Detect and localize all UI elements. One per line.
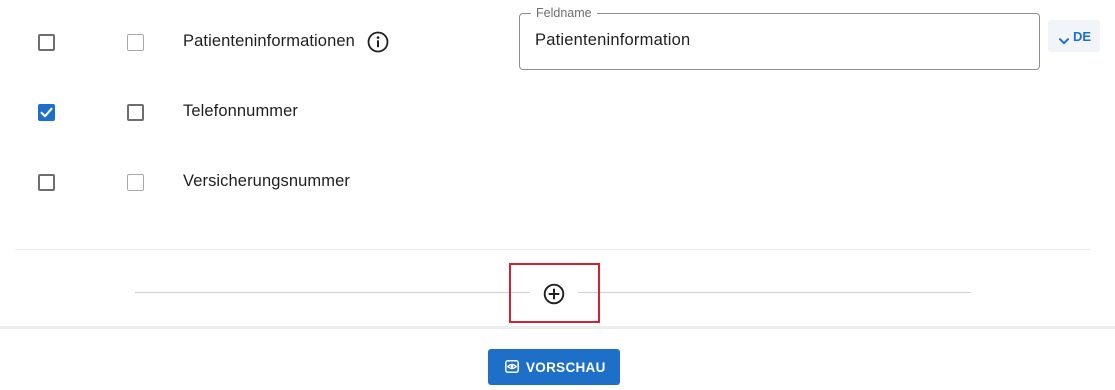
- checkmark-icon: [40, 107, 53, 118]
- preview-label: VORSCHAU: [526, 360, 606, 375]
- eye-icon: [505, 360, 519, 376]
- info-icon[interactable]: [367, 31, 389, 53]
- row-3-secondary-checkbox[interactable]: [127, 174, 144, 191]
- chevron-down-icon: [1059, 33, 1069, 48]
- row-1-checkbox[interactable]: [38, 34, 55, 51]
- row-2-secondary-checkbox[interactable]: [127, 104, 144, 121]
- row-3-checkbox[interactable]: [38, 174, 55, 191]
- row-2-field-label: Telefonnummer: [183, 102, 299, 120]
- section-divider: [15, 249, 1091, 250]
- preview-button[interactable]: VORSCHAU: [488, 349, 620, 385]
- field-name-input[interactable]: [535, 31, 1015, 50]
- add-divider-right: [578, 292, 971, 293]
- plus-circle-icon[interactable]: [543, 283, 565, 305]
- row-2-checkbox[interactable]: [38, 104, 55, 121]
- field-name-legend: Feldname: [531, 6, 597, 20]
- row-1-secondary-checkbox[interactable]: [127, 34, 144, 51]
- language-label: DE: [1073, 29, 1092, 44]
- field-name-input-container[interactable]: Feldname: [519, 6, 1040, 70]
- language-select-button[interactable]: DE: [1048, 20, 1100, 52]
- add-divider-left: [135, 292, 530, 293]
- row-3-field-label: Versicherungsnummer: [183, 172, 350, 190]
- row-1-field-label: Patienteninformationen: [183, 32, 355, 50]
